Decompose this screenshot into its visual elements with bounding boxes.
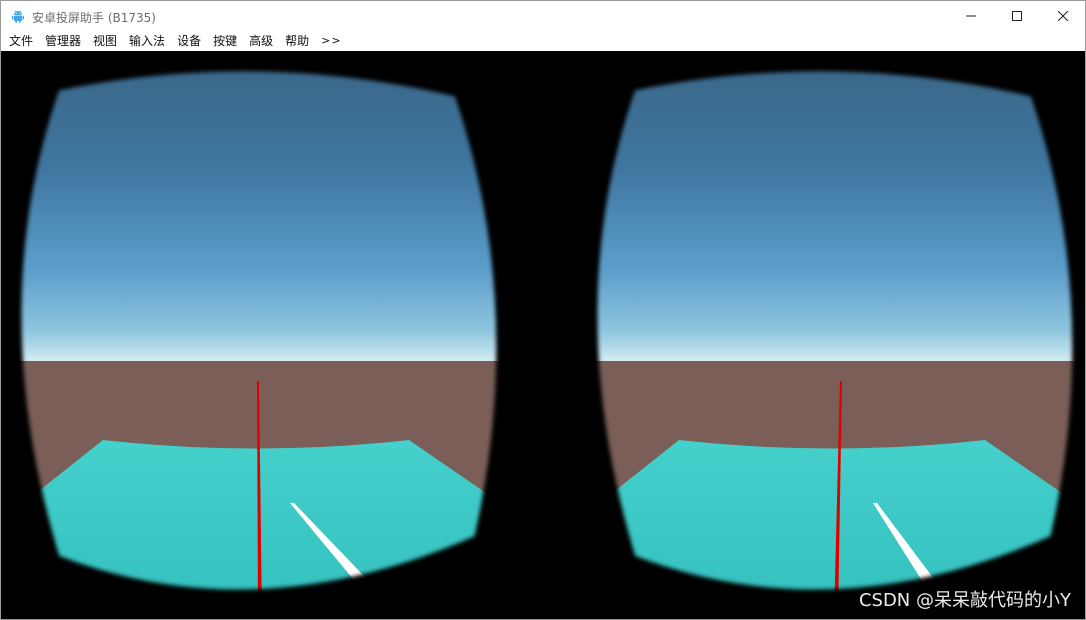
menu-manager[interactable]: 管理器 [39, 31, 87, 51]
menu-bar: 文件 管理器 视图 输入法 设备 按键 高级 帮助 >> [1, 31, 1085, 51]
left-eye-view [13, 63, 505, 598]
title-bar[interactable]: 安卓投屏助手 (B1735) [1, 1, 1085, 31]
menu-more[interactable]: >> [315, 31, 347, 51]
minimize-icon [966, 15, 976, 17]
menu-view[interactable]: 视图 [87, 31, 123, 51]
window-title: 安卓投屏助手 (B1735) [32, 11, 156, 25]
menu-advanced[interactable]: 高级 [243, 31, 279, 51]
menu-keys[interactable]: 按键 [207, 31, 243, 51]
csdn-watermark: CSDN @呆呆敲代码的小Y [858, 590, 1071, 611]
right-eye-view [589, 63, 1081, 598]
menu-help[interactable]: 帮助 [279, 31, 315, 51]
menu-file[interactable]: 文件 [3, 31, 39, 51]
close-icon [1058, 11, 1068, 21]
maximize-button[interactable] [994, 1, 1040, 31]
app-window: 安卓投屏助手 (B1735) 文件 管理器 视图 输入法 设备 按键 高级 帮助… [0, 0, 1086, 620]
android-icon [10, 8, 26, 24]
close-button[interactable] [1040, 1, 1085, 31]
minimize-button[interactable] [948, 1, 994, 31]
menu-input-method[interactable]: 输入法 [123, 31, 171, 51]
menu-device[interactable]: 设备 [171, 31, 207, 51]
screen-mirror-view[interactable]: CSDN @呆呆敲代码的小Y [1, 51, 1085, 619]
maximize-icon [1012, 11, 1022, 21]
